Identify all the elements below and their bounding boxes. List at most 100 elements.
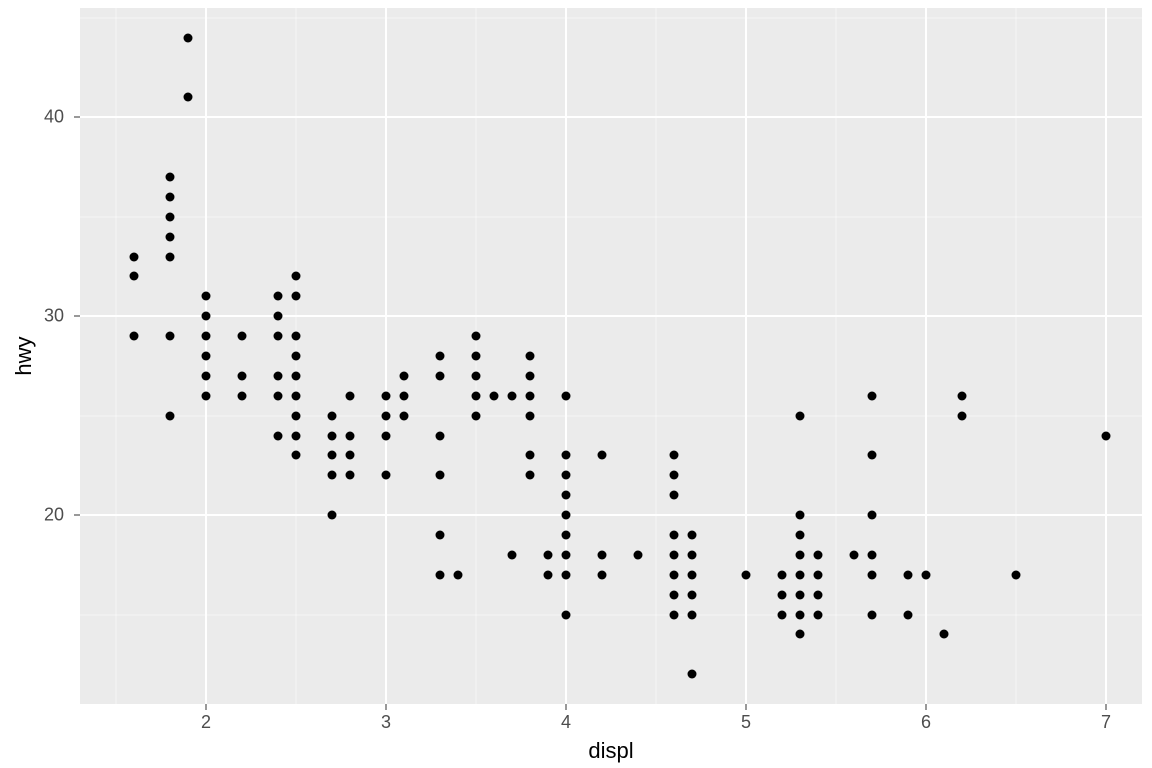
data-point xyxy=(796,530,805,539)
x-tick-mark xyxy=(206,704,207,710)
grid-major-v xyxy=(385,8,387,704)
data-point xyxy=(526,391,535,400)
data-point xyxy=(670,610,679,619)
data-point xyxy=(814,610,823,619)
data-point xyxy=(778,610,787,619)
data-point xyxy=(922,570,931,579)
data-point xyxy=(508,550,517,559)
data-point xyxy=(688,570,697,579)
grid-major-h xyxy=(80,514,1142,516)
data-point xyxy=(490,391,499,400)
data-point xyxy=(436,431,445,440)
data-point xyxy=(202,391,211,400)
x-tick-mark xyxy=(566,704,567,710)
x-tick-label: 7 xyxy=(1101,712,1111,733)
data-point xyxy=(850,550,859,559)
data-point xyxy=(598,550,607,559)
data-point xyxy=(166,212,175,221)
data-point xyxy=(472,411,481,420)
data-point xyxy=(688,530,697,539)
data-point xyxy=(346,391,355,400)
data-point xyxy=(292,391,301,400)
grid-major-v xyxy=(565,8,567,704)
data-point xyxy=(562,511,571,520)
data-point xyxy=(814,590,823,599)
data-point xyxy=(400,411,409,420)
data-point xyxy=(202,352,211,361)
data-point xyxy=(526,352,535,361)
data-point xyxy=(670,451,679,460)
data-point xyxy=(292,352,301,361)
plot-panel xyxy=(80,8,1142,704)
data-point xyxy=(382,411,391,420)
data-point xyxy=(904,570,913,579)
data-point xyxy=(562,610,571,619)
data-point xyxy=(436,371,445,380)
data-point xyxy=(292,371,301,380)
data-point xyxy=(328,411,337,420)
data-point xyxy=(562,550,571,559)
data-point xyxy=(292,292,301,301)
grid-minor-v xyxy=(656,8,657,704)
data-point xyxy=(166,332,175,341)
data-point xyxy=(958,391,967,400)
data-point xyxy=(472,352,481,361)
x-tick-label: 3 xyxy=(381,712,391,733)
data-point xyxy=(562,451,571,460)
data-point xyxy=(796,511,805,520)
data-point xyxy=(562,391,571,400)
data-point xyxy=(292,272,301,281)
data-point xyxy=(508,391,517,400)
data-point xyxy=(526,451,535,460)
data-point xyxy=(328,511,337,520)
data-point xyxy=(796,630,805,639)
data-point xyxy=(238,332,247,341)
data-point xyxy=(166,173,175,182)
data-point xyxy=(670,530,679,539)
data-point xyxy=(562,491,571,500)
grid-major-v xyxy=(1105,8,1107,704)
grid-minor-h xyxy=(80,216,1142,217)
data-point xyxy=(346,451,355,460)
data-point xyxy=(400,371,409,380)
y-tick-label: 20 xyxy=(44,505,64,526)
x-tick-label: 4 xyxy=(561,712,571,733)
data-point xyxy=(346,471,355,480)
data-point xyxy=(184,93,193,102)
grid-minor-h xyxy=(80,415,1142,416)
data-point xyxy=(634,550,643,559)
data-point xyxy=(562,471,571,480)
grid-minor-v xyxy=(116,8,117,704)
data-point xyxy=(958,411,967,420)
data-point xyxy=(436,352,445,361)
data-point xyxy=(778,590,787,599)
x-tick-label: 2 xyxy=(201,712,211,733)
grid-major-v xyxy=(745,8,747,704)
data-point xyxy=(562,570,571,579)
y-tick-mark xyxy=(74,515,80,516)
data-point xyxy=(202,312,211,321)
data-point xyxy=(598,451,607,460)
x-tick-label: 5 xyxy=(741,712,751,733)
data-point xyxy=(436,570,445,579)
data-point xyxy=(274,312,283,321)
data-point xyxy=(166,411,175,420)
data-point xyxy=(292,451,301,460)
data-point xyxy=(202,292,211,301)
data-point xyxy=(562,530,571,539)
data-point xyxy=(544,550,553,559)
data-point xyxy=(274,431,283,440)
data-point xyxy=(670,491,679,500)
data-point xyxy=(868,550,877,559)
grid-minor-v xyxy=(1016,8,1017,704)
x-tick-mark xyxy=(926,704,927,710)
data-point xyxy=(292,411,301,420)
data-point xyxy=(292,431,301,440)
grid-minor-h xyxy=(80,17,1142,18)
data-point xyxy=(688,610,697,619)
data-point xyxy=(436,530,445,539)
data-point xyxy=(742,570,751,579)
data-point xyxy=(796,610,805,619)
data-point xyxy=(1012,570,1021,579)
data-point xyxy=(796,411,805,420)
